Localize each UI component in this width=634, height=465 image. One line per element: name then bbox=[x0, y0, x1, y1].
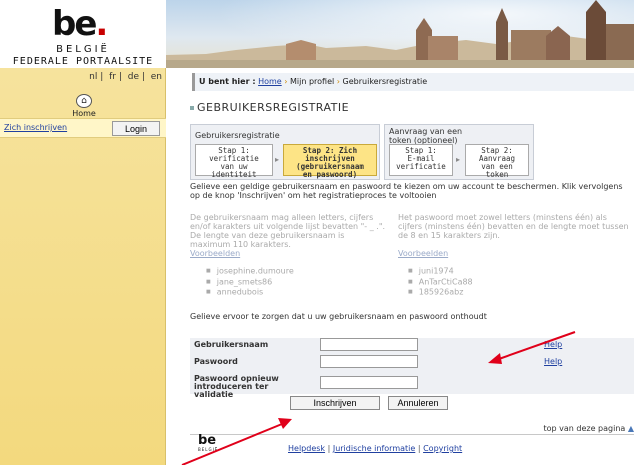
username-examples-link[interactable]: Voorbeelden bbox=[190, 249, 240, 258]
registration-form: Gebruikersnaam Help Paswoord Help Paswoo… bbox=[190, 338, 634, 399]
breadcrumb-separator-icon: › bbox=[336, 77, 340, 86]
page-title: GEBRUIKERSREGISTRATIE bbox=[190, 101, 349, 114]
password-repeat-label: Paswoord opnieuw introduceren ter valida… bbox=[194, 374, 279, 399]
list-item: 185926abz bbox=[408, 287, 473, 298]
token-group-label: Aanvraag van een token (optioneel) bbox=[389, 127, 463, 145]
sidebar-login-row: Zich inschrijven Login bbox=[0, 118, 166, 138]
breadcrumb-separator-icon: › bbox=[284, 77, 288, 86]
step-arrow-icon: ▸ bbox=[456, 155, 461, 164]
username-help-link[interactable]: Help bbox=[544, 340, 562, 349]
login-button[interactable]: Login bbox=[112, 121, 160, 136]
username-rules: De gebruikersnaam mag alleen letters, ci… bbox=[190, 213, 386, 249]
password-examples: juni1974 AnTarCtiCa88 185926abz bbox=[408, 266, 473, 298]
breadcrumb-home[interactable]: Home bbox=[258, 77, 282, 86]
password-repeat-row: Paswoord opnieuw introduceren ter valida… bbox=[190, 372, 634, 399]
register-link[interactable]: Zich inschrijven bbox=[4, 123, 67, 132]
remember-note: Gelieve ervoor te zorgen dat u uw gebrui… bbox=[190, 312, 487, 321]
language-switcher: nl | fr | de | en bbox=[89, 72, 162, 82]
intro-text: Gelieve een geldige gebruikersnaam en pa… bbox=[190, 182, 623, 200]
registration-steps: Gebruikersregistratie Stap 1: verificatie… bbox=[190, 124, 380, 180]
site-logo[interactable]: be. BELGIË FEDERALE PORTAALSITE bbox=[0, 0, 166, 68]
password-rules: Het paswoord moet zowel letters (minsten… bbox=[398, 213, 629, 240]
home-icon: ⌂ bbox=[76, 94, 92, 108]
sidebar: nl | fr | de | en ⌂ Home Zich inschrijve… bbox=[0, 68, 166, 465]
logo-portal-name: FEDERALE PORTAALSITE bbox=[12, 56, 154, 67]
username-row: Gebruikersnaam Help bbox=[190, 338, 634, 354]
home-link[interactable]: ⌂ Home bbox=[60, 88, 108, 118]
footer-logo: be BELGIË bbox=[198, 433, 219, 452]
username-examples: josephine.dumoure jane_smets86 anneduboi… bbox=[206, 266, 294, 298]
step-arrow-icon: ▸ bbox=[275, 155, 280, 164]
lang-de[interactable]: de bbox=[128, 72, 139, 82]
logo-red-dot: . bbox=[95, 4, 108, 44]
username-input[interactable] bbox=[320, 338, 418, 351]
breadcrumb-prefix: U bent hier : bbox=[199, 77, 256, 86]
footer-links: Helpdesk | Juridische informatie | Copyr… bbox=[288, 444, 463, 453]
password-label: Paswoord bbox=[194, 357, 238, 366]
lang-en[interactable]: en bbox=[151, 72, 162, 82]
list-item: jane_smets86 bbox=[206, 277, 294, 288]
step-token-request: Stap 2: Aanvraag van een token bbox=[465, 144, 529, 179]
step-verify-identity: Stap 1: verificatie van uw identiteit bbox=[195, 144, 273, 179]
step-register-current: Stap 2: Zich inschrijven (gebruikersnaam en… bbox=[283, 144, 377, 179]
header-banner-image bbox=[166, 0, 634, 68]
submit-button[interactable]: Inschrijven bbox=[290, 396, 380, 410]
main-content: U bent hier : Home › Mijn profiel › Gebr… bbox=[170, 68, 634, 465]
footer-divider bbox=[190, 434, 634, 435]
password-examples-link[interactable]: Voorbeelden bbox=[398, 249, 448, 258]
cancel-button[interactable]: Annuleren bbox=[388, 396, 448, 410]
list-item: annedubois bbox=[206, 287, 294, 298]
helpdesk-link[interactable]: Helpdesk bbox=[288, 444, 325, 453]
breadcrumb-current: Gebruikersregistratie bbox=[342, 77, 428, 86]
password-row: Paswoord Help bbox=[190, 355, 634, 371]
list-item: juni1974 bbox=[408, 266, 473, 277]
token-steps: Aanvraag van een token (optioneel) Stap … bbox=[384, 124, 534, 180]
logo-country: BELGIË bbox=[56, 44, 110, 55]
home-label: Home bbox=[72, 109, 96, 118]
list-item: josephine.dumoure bbox=[206, 266, 294, 277]
password-input[interactable] bbox=[320, 355, 418, 368]
breadcrumb: U bent hier : Home › Mijn profiel › Gebr… bbox=[192, 73, 634, 91]
be-logo-mark: be. bbox=[52, 4, 108, 44]
list-item: AnTarCtiCa88 bbox=[408, 277, 473, 288]
back-to-top-link[interactable]: top van deze pagina ▲ bbox=[534, 424, 634, 433]
chevron-up-icon: ▲ bbox=[627, 424, 634, 433]
breadcrumb-profile[interactable]: Mijn profiel bbox=[290, 77, 334, 86]
legal-info-link[interactable]: Juridische informatie bbox=[333, 444, 415, 453]
step-email-verify: Stap 1: E-mail verificatie bbox=[389, 144, 453, 176]
lang-nl[interactable]: nl bbox=[89, 72, 97, 82]
lang-fr[interactable]: fr bbox=[109, 72, 116, 82]
password-help-link[interactable]: Help bbox=[544, 357, 562, 366]
username-label: Gebruikersnaam bbox=[194, 340, 269, 349]
password-repeat-input[interactable] bbox=[320, 376, 418, 389]
copyright-link[interactable]: Copyright bbox=[423, 444, 462, 453]
title-bullet-icon bbox=[190, 106, 194, 110]
steps-group-label: Gebruikersregistratie bbox=[195, 131, 280, 140]
